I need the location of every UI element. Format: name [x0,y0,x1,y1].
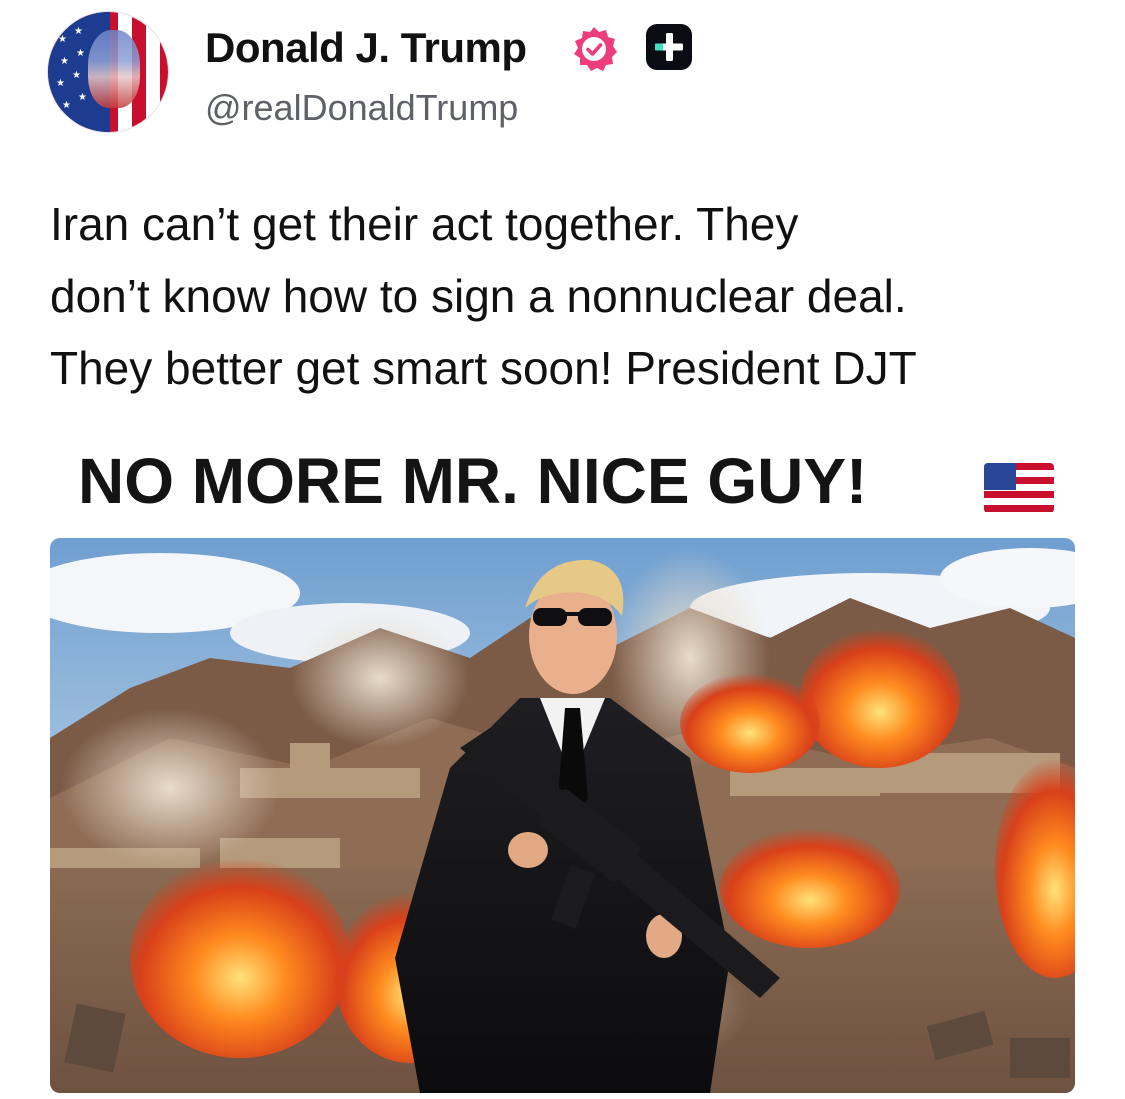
meme-headline: NO MORE MR. NICE GUY! [78,445,868,517]
post-image-illustration [50,538,1075,1093]
post-card: ★ ★ ★ ★ ★ ★ ★ ★ Donald J. Trump @realDonaldT… [0,0,1125,1099]
verified-badge-icon [574,27,617,71]
author-name[interactable]: Donald J. Trump [205,24,527,72]
post-text-line: They better get smart soon! President DJ… [50,342,917,394]
post-text-line: Iran can’t get their act together. They [50,198,799,250]
post-image[interactable] [50,538,1075,1093]
avatar-portrait [88,30,140,108]
avatar[interactable]: ★ ★ ★ ★ ★ ★ ★ ★ [48,12,168,132]
post-text-line: don’t know how to sign a nonnuclear deal… [50,270,907,322]
post-text: Iran can’t get their act together. They … [50,188,1110,404]
flag-us-emoji [984,463,1054,513]
truth-plus-icon [646,24,692,70]
author-handle[interactable]: @realDonaldTrump [205,87,518,129]
